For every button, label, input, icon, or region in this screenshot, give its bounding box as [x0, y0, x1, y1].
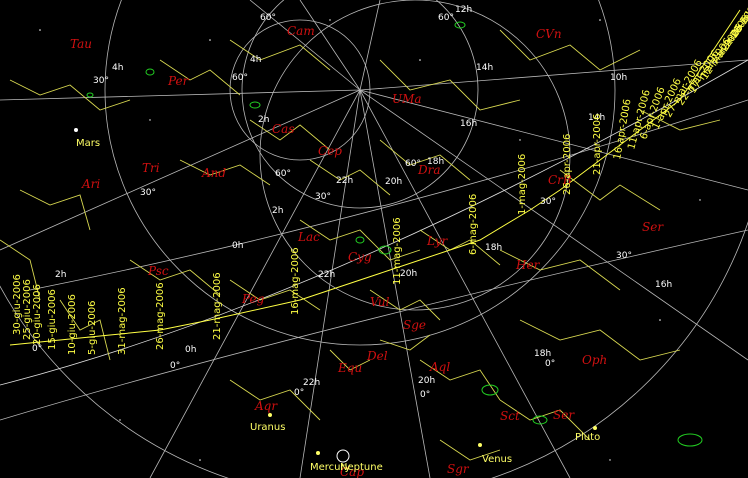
dec-label: 30°: [315, 192, 331, 202]
const-per: Per: [167, 74, 190, 88]
ra-label: 22h: [336, 176, 353, 186]
ra-label: 20h: [385, 177, 402, 187]
planet-mars: Mars: [76, 138, 100, 149]
const-lac: Lac: [297, 230, 320, 244]
comet-date: 21-apr-2006: [592, 114, 603, 175]
ra-label: 12h: [455, 5, 472, 15]
comet-date: 20-giu-2006: [32, 284, 43, 345]
const-and: And: [201, 166, 226, 180]
const-aql: Aql: [429, 360, 450, 374]
ra-label: 16h: [655, 280, 672, 290]
const-uma: UMa: [392, 92, 422, 106]
comet-date: 11-mag-2006: [392, 217, 403, 285]
const-cep: Cep: [318, 144, 342, 158]
ra-label: 14h: [476, 63, 493, 73]
planet-uranus: Uranus: [250, 422, 285, 433]
const-ser-south: Ser: [553, 408, 575, 422]
const-cyg: Cyg: [348, 250, 372, 264]
const-cvn: CVn: [536, 27, 562, 41]
dec-label: 0°: [545, 359, 555, 369]
planet-neptune: Neptune: [340, 462, 383, 473]
const-cam: Cam: [287, 24, 315, 38]
comet-date: 5-giu-2006: [87, 301, 98, 356]
ra-label: 18h: [427, 157, 444, 167]
const-aqr: Aqr: [254, 399, 278, 413]
ra-label: 2h: [55, 270, 66, 280]
const-sge: Sge: [403, 318, 426, 332]
dec-label: 30°: [140, 188, 156, 198]
ra-label: 0h: [185, 345, 196, 355]
const-sgr: Sgr: [447, 462, 470, 476]
constellation-lines: [0, 29, 721, 461]
dec-label: 30°: [93, 76, 109, 86]
dec-label: 60°: [232, 73, 248, 83]
dec-label: 0°: [294, 388, 304, 398]
ra-label: 0h: [232, 241, 243, 251]
dec-label: 60°: [405, 159, 421, 169]
comet-date: 21-mag-2006: [212, 272, 223, 340]
const-peg: Peg: [241, 292, 265, 306]
comet-date: 26-apr-2006: [562, 134, 573, 195]
ra-label: 22h: [303, 378, 320, 388]
comet-date: 31-mag-2006: [117, 287, 128, 355]
const-her: Her: [515, 258, 541, 272]
ra-label: 2h: [258, 115, 269, 125]
const-psc: Psc: [147, 264, 169, 278]
const-oph: Oph: [582, 353, 607, 367]
const-vul: Vul: [370, 295, 390, 309]
ra-label: 10h: [610, 73, 627, 83]
dec-label: 30°: [540, 197, 556, 207]
ra-label: 2h: [272, 206, 283, 216]
comet-date: 6-mag-2006: [468, 194, 479, 255]
const-sct: Sct: [500, 409, 520, 423]
const-tau: Tau: [70, 37, 92, 51]
ra-label: 20h: [418, 376, 435, 386]
const-lyr: Lyr: [426, 234, 449, 248]
ra-label: 22h: [318, 270, 335, 280]
planet-venus: Venus: [482, 454, 512, 465]
ra-label: 18h: [534, 349, 551, 359]
dec-label: 0°: [420, 390, 430, 400]
const-del: Del: [366, 349, 388, 363]
dec-label: 60°: [275, 169, 291, 179]
const-equ: Equ: [337, 361, 362, 375]
const-ari: Ari: [81, 177, 100, 191]
comet-date: 25-feb-2006: [729, 0, 748, 40]
dec-label: 0°: [170, 361, 180, 371]
dec-label: 60°: [260, 13, 276, 23]
ra-label: 18h: [485, 243, 502, 253]
ra-label: 16h: [460, 119, 477, 129]
const-tri: Tri: [142, 161, 160, 175]
dec-label: 60°: [438, 13, 454, 23]
comet-date: 26-mag-2006: [155, 282, 166, 350]
comet-date: 16-mag-2006: [290, 247, 301, 315]
const-cas: Cas: [272, 122, 295, 136]
ra-label: 4h: [250, 55, 261, 65]
ra-label: 4h: [112, 63, 123, 73]
comet-date: 10-giu-2006: [67, 294, 78, 355]
comet-date: 1-mag-2006: [517, 154, 528, 215]
const-ser-north: Ser: [642, 220, 664, 234]
sky-chart[interactable]: Tau Per Cam CVn UMa Cas Cep And Tri Ari …: [0, 0, 748, 478]
comet-date: 15-giu-2006: [47, 289, 58, 350]
planet-pluto: Pluto: [575, 432, 600, 443]
dec-label: 30°: [616, 251, 632, 261]
